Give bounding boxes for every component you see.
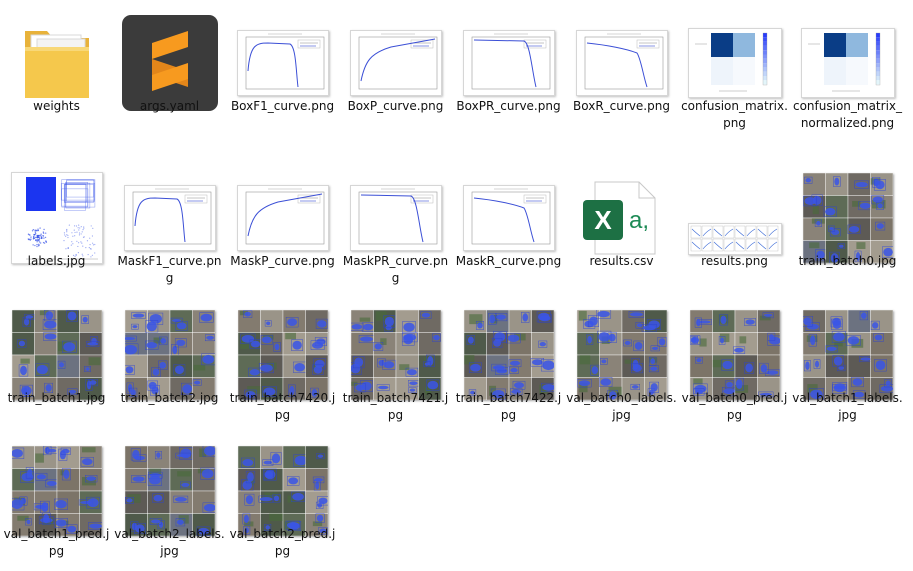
file-name-label: val_batch2_labels.jpg — [114, 527, 225, 558]
file-name-label: BoxP_curve.png — [347, 99, 444, 113]
file-name-label: train_batch7421.jpg — [342, 391, 449, 422]
image-batch-thumbnail — [576, 310, 667, 400]
curve-plot-thumbnail — [349, 30, 442, 96]
file-name-label: BoxPR_curve.png — [456, 99, 561, 113]
file-name-label: val_batch0_labels.jpg — [566, 391, 677, 422]
file-name-label: MaskPR_curve.png — [342, 254, 449, 285]
image-batch-thumbnail — [802, 173, 893, 263]
file-name-label: confusion_matrix.png — [681, 99, 788, 130]
file-name-label: train_batch0.jpg — [798, 254, 897, 268]
sublime-text-icon — [121, 15, 218, 111]
file-item-results-png[interactable]: results.png — [678, 155, 791, 293]
file-item-val-batch0-labels-jpg[interactable]: val_batch0_labels.jpg — [565, 292, 678, 430]
file-item-maskpr-curve-png[interactable]: MaskPR_curve.png — [339, 155, 452, 293]
file-name-label: MaskP_curve.png — [230, 254, 335, 268]
file-item-maskr-curve-png[interactable]: MaskR_curve.png — [452, 155, 565, 293]
file-item-confusion-matrix-png[interactable]: confusion_matrix.png — [678, 0, 791, 138]
file-item-boxr-curve-png[interactable]: BoxR_curve.png — [565, 0, 678, 138]
file-item-boxp-curve-png[interactable]: BoxP_curve.png — [339, 0, 452, 138]
file-item-val-batch1-labels-jpg[interactable]: val_batch1_labels.jpg — [791, 292, 904, 430]
confusion-matrix-thumbnail — [687, 28, 782, 98]
file-name-label: results.csv — [589, 254, 654, 268]
curve-plot-thumbnail — [575, 30, 668, 96]
svg-text:a,: a, — [628, 207, 648, 234]
file-item-train-batch2-jpg[interactable]: train_batch2.jpg — [113, 292, 226, 430]
file-item-weights[interactable]: weights — [0, 0, 113, 138]
file-item-confusion-matrix-normalized-png[interactable]: confusion_matrix_normalized.png — [791, 0, 904, 138]
file-item-args-yaml[interactable]: args.yaml — [113, 0, 226, 138]
file-item-train-batch0-jpg[interactable]: train_batch0.jpg — [791, 155, 904, 293]
file-item-train-batch7421-jpg[interactable]: train_batch7421.jpg — [339, 292, 452, 430]
image-batch-thumbnail — [237, 310, 328, 400]
file-item-boxf1-curve-png[interactable]: BoxF1_curve.png — [226, 0, 339, 138]
file-name-label: train_batch1.jpg — [7, 391, 106, 405]
file-item-labels-jpg[interactable]: labels.jpg — [0, 155, 113, 293]
file-name-label: weights — [33, 99, 80, 113]
excel-csv-icon: Xa, — [582, 181, 655, 255]
folder-icon — [24, 31, 89, 98]
file-name-label: val_batch1_labels.jpg — [792, 391, 903, 422]
file-name-label: train_batch7422.jpg — [455, 391, 562, 422]
file-item-train-batch1-jpg[interactable]: train_batch1.jpg — [0, 292, 113, 430]
image-batch-thumbnail — [124, 446, 215, 536]
file-name-label: val_batch2_pred.jpg — [229, 527, 336, 558]
file-name-label: val_batch0_pred.jpg — [681, 391, 788, 422]
image-batch-thumbnail — [689, 310, 780, 400]
file-item-train-batch7420-jpg[interactable]: train_batch7420.jpg — [226, 292, 339, 430]
curve-plot-thumbnail — [349, 185, 442, 251]
image-batch-thumbnail — [350, 310, 441, 400]
image-batch-thumbnail — [237, 446, 328, 536]
curve-plot-thumbnail — [236, 185, 329, 251]
file-item-val-batch2-labels-jpg[interactable]: val_batch2_labels.jpg — [113, 428, 226, 566]
curve-plot-thumbnail — [462, 30, 555, 96]
curve-plot-thumbnail — [123, 185, 216, 251]
file-item-maskf1-curve-png[interactable]: MaskF1_curve.png — [113, 155, 226, 293]
confusion-matrix-thumbnail — [800, 28, 895, 98]
file-grid: weights args.yaml BoxF1_curve.png BoxP_curv… — [0, 0, 913, 571]
image-batch-thumbnail — [463, 310, 554, 400]
file-name-label: train_batch2.jpg — [120, 391, 219, 405]
file-name-label: MaskF1_curve.png — [117, 254, 222, 285]
curve-plot-thumbnail — [462, 185, 555, 251]
svg-text:X: X — [594, 205, 612, 235]
file-name-label: val_batch1_pred.jpg — [3, 527, 110, 558]
curve-plot-thumbnail — [236, 30, 329, 96]
file-name-label: MaskR_curve.png — [455, 254, 562, 268]
file-name-label: results.png — [701, 254, 768, 268]
file-item-maskp-curve-png[interactable]: MaskP_curve.png — [226, 155, 339, 293]
image-batch-thumbnail — [11, 310, 102, 400]
file-item-val-batch0-pred-jpg[interactable]: val_batch0_pred.jpg — [678, 292, 791, 430]
image-batch-thumbnail — [802, 310, 893, 400]
file-item-results-csv[interactable]: Xa, results.csv — [565, 155, 678, 293]
file-name-label: args.yaml — [139, 99, 200, 113]
results-plot-thumbnail — [687, 223, 782, 255]
file-item-val-batch1-pred-jpg[interactable]: val_batch1_pred.jpg — [0, 428, 113, 566]
file-item-boxpr-curve-png[interactable]: BoxPR_curve.png — [452, 0, 565, 138]
file-name-label: train_batch7420.jpg — [229, 391, 336, 422]
file-name-label: labels.jpg — [27, 254, 86, 268]
file-item-train-batch7422-jpg[interactable]: train_batch7422.jpg — [452, 292, 565, 430]
labels-histogram-thumbnail — [10, 172, 103, 264]
image-batch-thumbnail — [124, 310, 215, 400]
file-item-val-batch2-pred-jpg[interactable]: val_batch2_pred.jpg — [226, 428, 339, 566]
file-name-label: BoxR_curve.png — [573, 99, 670, 113]
file-name-label: BoxF1_curve.png — [230, 99, 335, 113]
image-batch-thumbnail — [11, 446, 102, 536]
file-name-label: confusion_matrix_normalized.png — [792, 99, 903, 130]
